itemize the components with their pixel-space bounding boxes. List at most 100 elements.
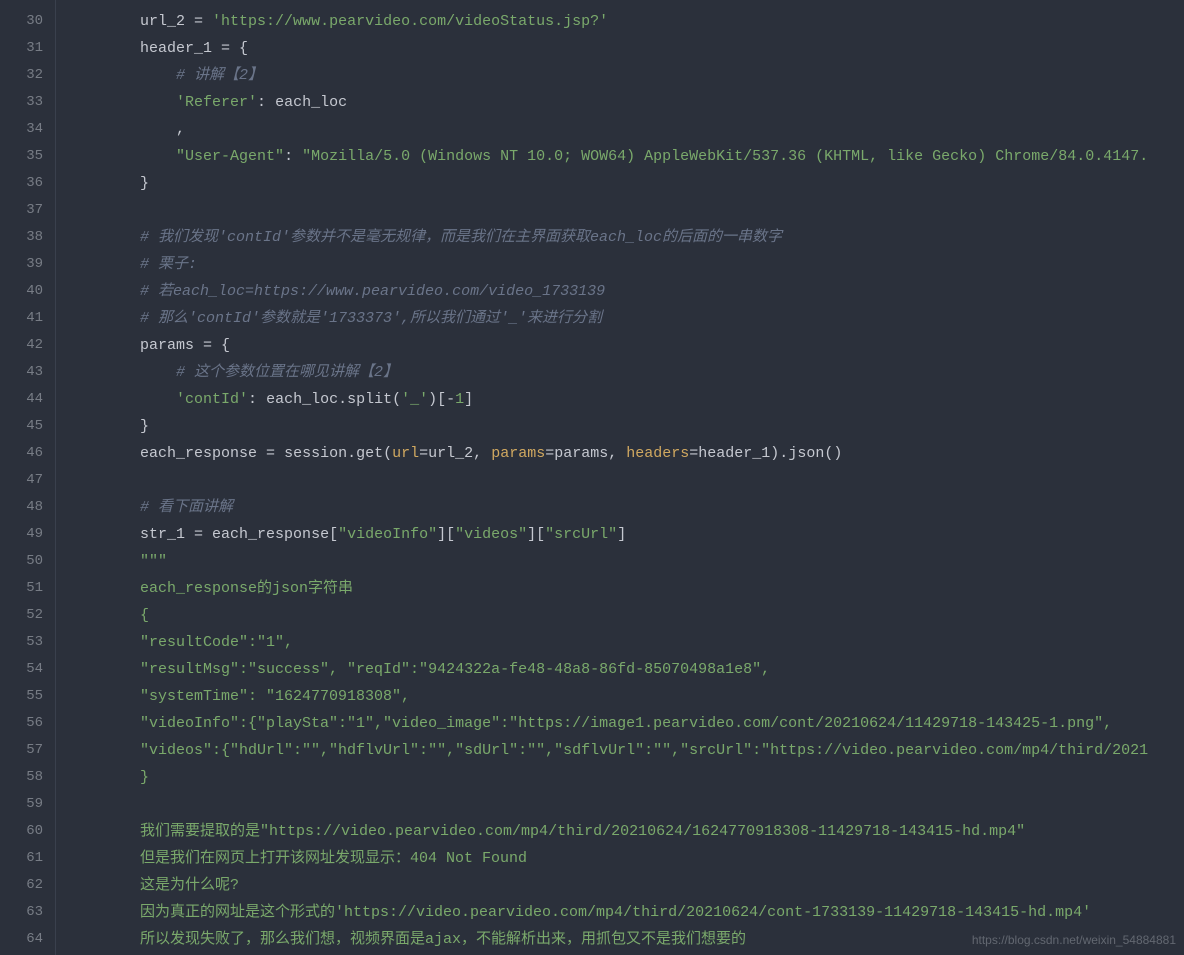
code-token: each_response	[212, 526, 329, 543]
code-line[interactable]: "videoInfo":{"playSta":"1","video_image"…	[68, 710, 1184, 737]
code-token: params	[554, 445, 608, 462]
code-token: = {	[212, 40, 248, 57]
code-line[interactable]: ,	[68, 116, 1184, 143]
line-number: 38	[0, 224, 55, 251]
code-token: header_1	[698, 445, 770, 462]
line-number: 49	[0, 521, 55, 548]
code-token: "User-Agent"	[176, 148, 284, 165]
code-token: params	[140, 337, 194, 354]
code-token: {	[140, 607, 149, 624]
code-token: # 若each_loc=https://www.pearvideo.com/vi…	[140, 283, 605, 300]
line-number: 45	[0, 413, 55, 440]
code-line[interactable]: }	[68, 170, 1184, 197]
line-number: 62	[0, 872, 55, 899]
code-token: :	[284, 148, 302, 165]
line-number: 54	[0, 656, 55, 683]
code-line[interactable]: "videos":{"hdUrl":"","hdflvUrl":"","sdUr…	[68, 737, 1184, 764]
code-line[interactable]	[68, 467, 1184, 494]
line-number: 32	[0, 62, 55, 89]
code-line[interactable]: }	[68, 413, 1184, 440]
code-token: 我们需要提取的是"https://video.pearvideo.com/mp4…	[140, 823, 1025, 840]
code-line[interactable]: # 这个参数位置在哪见讲解【2】	[68, 359, 1184, 386]
line-number: 52	[0, 602, 55, 629]
line-number: 40	[0, 278, 55, 305]
code-line[interactable]: # 讲解【2】	[68, 62, 1184, 89]
code-token: =	[689, 445, 698, 462]
code-line[interactable]: # 若each_loc=https://www.pearvideo.com/vi…	[68, 278, 1184, 305]
code-line[interactable]: 'contId': each_loc.split('_')[-1]	[68, 386, 1184, 413]
code-token: split	[347, 391, 392, 408]
code-token: 但是我们在网页上打开该网址发现显示：404 Not Found	[140, 850, 527, 867]
code-line[interactable]: "User-Agent": "Mozilla/5.0 (Windows NT 1…	[68, 143, 1184, 170]
code-token: 1	[455, 391, 464, 408]
code-line[interactable]: {	[68, 602, 1184, 629]
code-line[interactable]: "resultMsg":"success", "reqId":"9424322a…	[68, 656, 1184, 683]
code-token: str_1	[140, 526, 185, 543]
line-number: 36	[0, 170, 55, 197]
code-line[interactable]: "systemTime": "1624770918308",	[68, 683, 1184, 710]
line-number: 33	[0, 89, 55, 116]
code-editor[interactable]: 3031323334353637383940414243444546474849…	[0, 0, 1184, 955]
line-number-gutter: 3031323334353637383940414243444546474849…	[0, 0, 56, 955]
code-line[interactable]: each_response的json字符串	[68, 575, 1184, 602]
code-line[interactable]: str_1 = each_response["videoInfo"]["vide…	[68, 521, 1184, 548]
line-number: 44	[0, 386, 55, 413]
code-line[interactable]: url_2 = 'https://www.pearvideo.com/video…	[68, 8, 1184, 35]
code-token: "resultMsg":"success", "reqId":"9424322a…	[140, 661, 770, 678]
code-line[interactable]: 但是我们在网页上打开该网址发现显示：404 Not Found	[68, 845, 1184, 872]
code-line[interactable]: 'Referer': each_loc	[68, 89, 1184, 116]
code-line[interactable]: # 看下面讲解	[68, 494, 1184, 521]
code-token: (	[383, 445, 392, 462]
code-line[interactable]: header_1 = {	[68, 35, 1184, 62]
code-token: ).	[770, 445, 788, 462]
line-number: 58	[0, 764, 55, 791]
line-number: 56	[0, 710, 55, 737]
line-number: 46	[0, 440, 55, 467]
code-line[interactable]: # 栗子:	[68, 251, 1184, 278]
code-area[interactable]: url_2 = 'https://www.pearvideo.com/video…	[56, 0, 1184, 955]
code-token: :	[257, 94, 275, 111]
code-line[interactable]	[68, 197, 1184, 224]
code-token: 所以发现失败了，那么我们想，视频界面是ajax，不能解析出来，用抓包又不是我们想…	[140, 931, 746, 948]
line-number: 39	[0, 251, 55, 278]
code-token: "systemTime": "1624770918308",	[140, 688, 410, 705]
line-number: 34	[0, 116, 55, 143]
code-token: 这是为什么呢?	[140, 877, 239, 894]
code-line[interactable]: 因为真正的网址是这个形式的'https://video.pearvideo.co…	[68, 899, 1184, 926]
code-token: url_2	[428, 445, 473, 462]
code-line[interactable]: "resultCode":"1",	[68, 629, 1184, 656]
code-token: =	[419, 445, 428, 462]
line-number: 51	[0, 575, 55, 602]
code-line[interactable]: 这是为什么呢?	[68, 872, 1184, 899]
code-token: # 那么'contId'参数就是'1733373',所以我们通过'_'来进行分割	[140, 310, 602, 327]
code-token: json	[788, 445, 824, 462]
code-line[interactable]: 我们需要提取的是"https://video.pearvideo.com/mp4…	[68, 818, 1184, 845]
code-token: each_loc	[275, 94, 347, 111]
code-token: ()	[824, 445, 842, 462]
code-token: ]	[464, 391, 473, 408]
line-number: 63	[0, 899, 55, 926]
code-token: :	[248, 391, 266, 408]
code-token: url	[392, 445, 419, 462]
code-line[interactable]: each_response = session.get(url=url_2, p…	[68, 440, 1184, 467]
code-line[interactable]: """	[68, 548, 1184, 575]
code-token: header_1	[140, 40, 212, 57]
code-token: =	[545, 445, 554, 462]
line-number: 53	[0, 629, 55, 656]
code-line[interactable]	[68, 791, 1184, 818]
code-token: .	[347, 445, 356, 462]
code-line[interactable]: # 我们发现'contId'参数并不是毫无规律，而是我们在主界面获取each_l…	[68, 224, 1184, 251]
code-line[interactable]: params = {	[68, 332, 1184, 359]
code-token: =	[185, 526, 212, 543]
line-number: 57	[0, 737, 55, 764]
line-number: 64	[0, 926, 55, 953]
code-token: 'contId'	[176, 391, 248, 408]
code-token: "videos":{"hdUrl":"","hdflvUrl":"","sdUr…	[140, 742, 1148, 759]
code-line[interactable]: }	[68, 764, 1184, 791]
code-token: # 栗子:	[140, 256, 197, 273]
code-token: "Mozilla/5.0 (Windows NT 10.0; WOW64) Ap…	[302, 148, 1148, 165]
code-line[interactable]: # 那么'contId'参数就是'1733373',所以我们通过'_'来进行分割	[68, 305, 1184, 332]
line-number: 42	[0, 332, 55, 359]
code-token: ,	[176, 121, 185, 138]
line-number: 50	[0, 548, 55, 575]
